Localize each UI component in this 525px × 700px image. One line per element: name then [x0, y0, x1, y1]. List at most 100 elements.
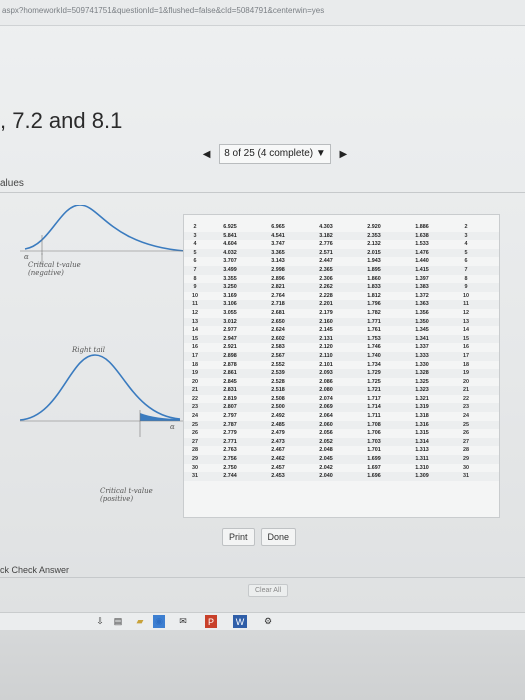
- table-cell: 2.479: [271, 430, 285, 437]
- table-header: [184, 215, 499, 223]
- table-cell: 2.571: [319, 249, 333, 256]
- table-cell: 15: [463, 335, 469, 342]
- question-status-dropdown[interactable]: 8 of 25 (4 complete) ▼: [219, 144, 331, 164]
- table-cell: 24: [192, 413, 198, 420]
- table-cell: 1.708: [367, 421, 381, 428]
- table-cell: 1.699: [367, 456, 381, 463]
- table-cell: 1.533: [415, 241, 429, 248]
- table-row: 13 3.012 2.650 2.160 1.771 1.350 13: [184, 317, 499, 327]
- table-cell: 18: [192, 361, 198, 368]
- powerpoint-icon[interactable]: P: [205, 615, 217, 628]
- table-cell: 18: [463, 361, 469, 368]
- table-cell: 5.841: [223, 232, 237, 239]
- table-cell: 1.328: [415, 370, 429, 377]
- address-bar[interactable]: aspx?homeworkId=509741751&questionId=1&f…: [0, 0, 525, 26]
- table-cell: 2.101: [319, 361, 333, 368]
- table-cell: 10: [192, 292, 198, 299]
- table-row: 31 2.744 2.453 2.040 1.696 1.309 31: [184, 472, 499, 481]
- table-cell: 2.060: [319, 421, 333, 428]
- table-row: 26 2.779 2.479 2.056 1.706 1.315 26: [184, 429, 499, 438]
- table-cell: 1.345: [415, 327, 429, 334]
- table-cell: 5: [193, 249, 197, 256]
- table-cell: 1.943: [367, 258, 381, 265]
- table-cell: 22: [192, 395, 198, 402]
- table-cell: 2.921: [223, 344, 237, 351]
- table-cell: 1.771: [367, 318, 381, 325]
- table-cell: 1.415: [415, 266, 429, 273]
- table-row: 19 2.861 2.539 2.093 1.729 1.328 19: [184, 369, 499, 378]
- table-cell: 4.032: [223, 249, 237, 256]
- table-cell: 2.771: [223, 438, 237, 445]
- clear-all-button[interactable]: Clear All: [248, 584, 289, 597]
- table-cell: 2.040: [319, 473, 333, 480]
- table-cell: 1.638: [415, 232, 429, 239]
- done-button[interactable]: Done: [260, 528, 297, 546]
- taskbar: ⇩ ▤ ▰ ◉ ✉ P W ⚙: [0, 612, 525, 631]
- header-cell: [398, 215, 446, 223]
- table-cell: 1.315: [415, 430, 429, 437]
- check-answer-link[interactable]: ck Check Answer: [0, 565, 69, 575]
- mail-icon[interactable]: ✉: [177, 615, 189, 628]
- table-row: 7 3.499 2.998 2.365 1.895 1.415 7: [184, 265, 499, 275]
- table-row: 24 2.797 2.492 2.064 1.711 1.318 24: [184, 412, 499, 421]
- table-cell: 2.750: [223, 464, 237, 471]
- alpha-label-bottom: α: [170, 423, 175, 431]
- table-cell: 1.319: [415, 404, 429, 411]
- table-cell: 6.965: [271, 224, 285, 230]
- t-value-table: 2 6.925 6.965 4.303 2.920 1.886 2 3 5.841 4.541 3.…: [183, 214, 500, 518]
- table-cell: 2.080: [319, 387, 333, 394]
- table-cell: 31: [463, 473, 469, 480]
- download-icon[interactable]: ⇩: [94, 615, 106, 628]
- table-cell: 2.145: [319, 327, 333, 334]
- table-row: 27 2.771 2.473 2.052 1.703 1.314 27: [184, 437, 499, 447]
- table-cell: 25: [192, 421, 198, 428]
- next-question-button[interactable]: ▶: [337, 149, 350, 160]
- table-cell: 1.717: [367, 395, 381, 402]
- table-cell: 2.787: [223, 421, 237, 428]
- table-cell: 23: [192, 404, 198, 411]
- table-cell: 2.048: [319, 447, 333, 454]
- file-explorer-icon[interactable]: ▰: [134, 615, 146, 628]
- table-cell: 3.355: [223, 275, 237, 282]
- table-cell: 2.069: [319, 404, 333, 411]
- table-row: 5 4.032 3.365 2.571 2.015 1.476 5: [184, 248, 499, 258]
- table-cell: 2.947: [223, 335, 237, 342]
- word-icon[interactable]: W: [233, 615, 247, 628]
- table-cell: 20: [463, 378, 469, 385]
- table-cell: 2.492: [271, 413, 285, 420]
- table-cell: 2.920: [367, 224, 381, 230]
- table-cell: 3.055: [223, 309, 237, 316]
- table-row: 8 3.355 2.896 2.306 1.860 1.397 8: [184, 275, 499, 284]
- table-cell: 1.703: [367, 438, 381, 445]
- table-cell: 2.831: [223, 387, 237, 394]
- table-cell: 2.861: [223, 370, 237, 377]
- task-view-icon[interactable]: ▤: [112, 615, 124, 628]
- table-row: 10 3.169 2.764 2.228 1.812 1.372 10: [184, 292, 499, 301]
- table-cell: 2.485: [271, 421, 285, 428]
- table-cell: 1.372: [415, 292, 429, 299]
- table-cell: 3.365: [271, 249, 285, 256]
- print-button[interactable]: Print: [222, 528, 255, 546]
- table-cell: 31: [192, 473, 198, 480]
- table-cell: 30: [192, 464, 198, 471]
- table-cell: 1.761: [367, 327, 381, 334]
- table-cell: 2.052: [319, 438, 333, 445]
- table-cell: 1.895: [367, 266, 381, 273]
- table-cell: 2.718: [271, 301, 285, 308]
- table-cell: 2: [193, 224, 197, 230]
- table-cell: 2.518: [271, 387, 285, 394]
- t-distribution-figure: α Critical t-value (negative) Right tail…: [20, 205, 195, 525]
- previous-question-button[interactable]: ◀: [200, 149, 213, 160]
- settings-gear-icon[interactable]: ⚙: [262, 615, 274, 628]
- table-cell: 1.729: [367, 370, 381, 377]
- table-cell: 3.182: [319, 232, 333, 239]
- table-cell: 4.604: [223, 241, 237, 248]
- table-cell: 1.753: [367, 335, 381, 342]
- table-cell: 12: [192, 309, 198, 316]
- table-cell: 1.721: [367, 387, 381, 394]
- table-row: 15 2.947 2.602 2.131 1.753 1.341 15: [184, 334, 499, 344]
- table-cell: 25: [463, 421, 469, 428]
- table-cell: 2.744: [223, 473, 237, 480]
- table-cell: 2.998: [271, 266, 285, 273]
- browser-icon[interactable]: ◉: [153, 615, 165, 628]
